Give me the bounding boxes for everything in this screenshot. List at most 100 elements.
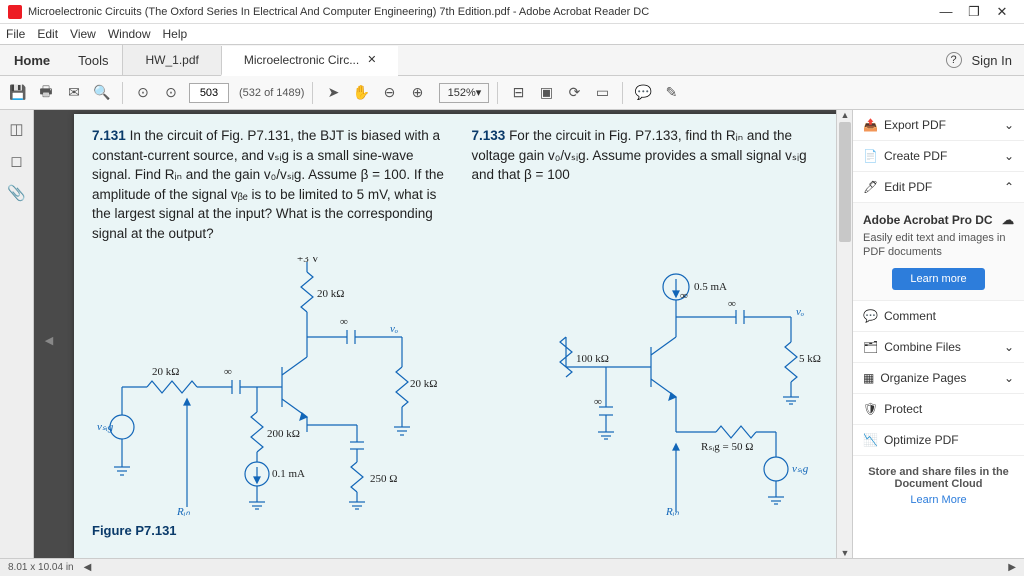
separator xyxy=(622,82,623,104)
cloud-learn-more-link[interactable]: Learn More xyxy=(863,494,1014,506)
svg-text:Rᵢₙ: Rᵢₙ xyxy=(665,506,679,517)
document-viewport[interactable]: 7.131 In the circuit of Fig. P7.131, the… xyxy=(64,110,852,558)
svg-text:5 kΩ: 5 kΩ xyxy=(799,353,821,365)
optimize-pdf-button[interactable]: 📉 Optimize PDF xyxy=(853,425,1024,456)
svg-text:0.5 mA: 0.5 mA xyxy=(694,281,727,293)
promo-text: Easily edit text and images in PDF docum… xyxy=(863,231,1014,260)
status-bar: 8.01 x 10.04 in ◀ ▶ xyxy=(0,558,1024,576)
bookmark-icon[interactable]: ◻ xyxy=(8,152,26,170)
protect-button[interactable]: 🛡 Protect xyxy=(853,394,1024,425)
close-tab-icon[interactable]: ✕ xyxy=(367,53,376,66)
scroll-left-icon[interactable]: ◀ xyxy=(45,334,53,347)
svg-text:20 kΩ: 20 kΩ xyxy=(317,288,344,300)
right-tools-panel: 📤 Export PDF⌄ 📄 Create PDF⌄ 🖊 Edit PDF⌃ … xyxy=(852,110,1024,558)
doc-tab-microelectronic[interactable]: Microelectronic Circ... ✕ xyxy=(221,46,399,76)
svg-text:+3 V: +3 V xyxy=(297,257,319,265)
svg-text:vₛᵢg: vₛᵢg xyxy=(792,463,809,475)
menu-file[interactable]: File xyxy=(6,27,25,41)
svg-text:∞: ∞ xyxy=(224,366,232,378)
learn-more-button[interactable]: Learn more xyxy=(892,268,984,290)
organize-pages-button[interactable]: ▦ Organize Pages⌄ xyxy=(853,363,1024,394)
fit-page-icon[interactable]: ▣ xyxy=(534,81,558,105)
menu-view[interactable]: View xyxy=(70,27,96,41)
zoom-level[interactable]: 152% ▾ xyxy=(439,83,489,103)
problem-number: 7.131 xyxy=(92,128,126,143)
doc-tab-hw1[interactable]: HW_1.pdf xyxy=(122,45,220,75)
problem-7-131: 7.131 In the circuit of Fig. P7.131, the… xyxy=(92,126,448,243)
menu-edit[interactable]: Edit xyxy=(37,27,58,41)
help-icon[interactable]: ? xyxy=(946,52,962,68)
separator xyxy=(122,82,123,104)
svg-text:250 Ω: 250 Ω xyxy=(370,473,397,485)
comment-button[interactable]: 💬 Comment xyxy=(853,301,1024,332)
document-cloud-promo: Store and share files in the Document Cl… xyxy=(853,456,1024,516)
cursor-icon[interactable]: ➤ xyxy=(321,81,345,105)
page-up-icon[interactable]: ⊙ xyxy=(131,81,155,105)
title-bar: Microelectronic Circuits (The Oxford Ser… xyxy=(0,0,1024,24)
figure-p7-133: 0.5 mA 100 kΩ 5 kΩ Rₛᵢg = 50 Ω vₒ vₛᵢg R… xyxy=(476,257,836,538)
problem-text: For the circuit in Fig. P7.133, find th … xyxy=(472,128,807,182)
problem-text: In the circuit of Fig. P7.131, the BJT i… xyxy=(92,128,444,241)
close-button[interactable]: ✕ xyxy=(988,4,1016,20)
menu-help[interactable]: Help xyxy=(163,27,188,41)
cloud-icon: ☁ xyxy=(1002,213,1014,227)
menu-bar: File Edit View Window Help xyxy=(0,24,1024,44)
scroll-thumb[interactable] xyxy=(839,122,851,242)
print-icon[interactable]: 🖶 xyxy=(34,81,58,105)
svg-text:200 kΩ: 200 kΩ xyxy=(267,428,300,440)
cloud-text: Store and share files in the Document Cl… xyxy=(868,466,1009,490)
search-icon[interactable]: 🔍 xyxy=(90,81,114,105)
svg-text:Rᵢₙ: Rᵢₙ xyxy=(176,506,190,517)
create-pdf-button[interactable]: 📄 Create PDF⌄ xyxy=(853,141,1024,172)
svg-text:0.1 mA: 0.1 mA xyxy=(272,468,305,480)
page-dimensions: 8.01 x 10.04 in xyxy=(8,562,74,573)
svg-text:vₛᵢg: vₛᵢg xyxy=(97,421,114,433)
app-icon xyxy=(8,5,22,19)
svg-text:Rₛᵢg = 50 Ω: Rₛᵢg = 50 Ω xyxy=(701,441,753,453)
doc-vertical-scrollbar[interactable]: ▲ ▼ xyxy=(836,110,852,558)
zoom-in-icon[interactable]: ⊕ xyxy=(405,81,429,105)
svg-text:∞: ∞ xyxy=(728,298,736,310)
fit-width-icon[interactable]: ⊟ xyxy=(506,81,530,105)
svg-text:∞: ∞ xyxy=(594,396,602,408)
comment-icon[interactable]: 💬 xyxy=(631,81,655,105)
sign-in-button[interactable]: Sign In xyxy=(972,53,1012,68)
tab-tools[interactable]: Tools xyxy=(64,45,122,75)
read-mode-icon[interactable]: ▭ xyxy=(590,81,614,105)
menu-window[interactable]: Window xyxy=(108,27,151,41)
figure-caption: Figure P7.131 xyxy=(92,523,452,538)
export-pdf-button[interactable]: 📤 Export PDF⌄ xyxy=(853,110,1024,141)
rotate-icon[interactable]: ⟳ xyxy=(562,81,586,105)
left-nav-rail: ◫ ◻ 📎 xyxy=(0,110,34,558)
doc-tab-label: Microelectronic Circ... xyxy=(244,53,359,67)
svg-text:20 kΩ: 20 kΩ xyxy=(152,366,179,378)
zoom-out-icon[interactable]: ⊖ xyxy=(377,81,401,105)
thumbnails-icon[interactable]: ◫ xyxy=(8,120,26,138)
hscroll-right-icon[interactable]: ▶ xyxy=(1008,562,1016,573)
page-number-input[interactable] xyxy=(189,83,229,103)
pdf-page: 7.131 In the circuit of Fig. P7.131, the… xyxy=(74,114,845,558)
figure-p7-131: +3 V 20 kΩ 20 kΩ 20 kΩ 200 kΩ 250 Ω 0.1 … xyxy=(92,257,452,538)
svg-text:vₒ: vₒ xyxy=(796,306,804,318)
doc-tab-label: HW_1.pdf xyxy=(145,53,198,67)
combine-files-button[interactable]: 🗂 Combine Files⌄ xyxy=(853,332,1024,363)
tab-home[interactable]: Home xyxy=(0,45,64,75)
tab-bar: Home Tools HW_1.pdf Microelectronic Circ… xyxy=(0,44,1024,76)
svg-text:vₒ: vₒ xyxy=(390,323,398,335)
save-icon[interactable]: 💾 xyxy=(6,81,30,105)
hscroll-left-icon[interactable]: ◀ xyxy=(84,562,92,573)
promo-title: Adobe Acrobat Pro DC xyxy=(863,213,993,227)
sign-icon[interactable]: ✎ xyxy=(659,81,683,105)
attachment-icon[interactable]: 📎 xyxy=(8,184,26,202)
problem-number: 7.133 xyxy=(472,128,506,143)
scroll-up-icon[interactable]: ▲ xyxy=(839,110,851,120)
separator xyxy=(312,82,313,104)
edit-pdf-button[interactable]: 🖊 Edit PDF⌃ xyxy=(853,172,1024,203)
page-down-icon[interactable]: ⊙ xyxy=(159,81,183,105)
mail-icon[interactable]: ✉ xyxy=(62,81,86,105)
hand-icon[interactable]: ✋ xyxy=(349,81,373,105)
separator xyxy=(497,82,498,104)
maximize-button[interactable]: ❐ xyxy=(960,4,988,20)
minimize-button[interactable]: — xyxy=(932,4,960,19)
scroll-down-icon[interactable]: ▼ xyxy=(839,548,851,558)
